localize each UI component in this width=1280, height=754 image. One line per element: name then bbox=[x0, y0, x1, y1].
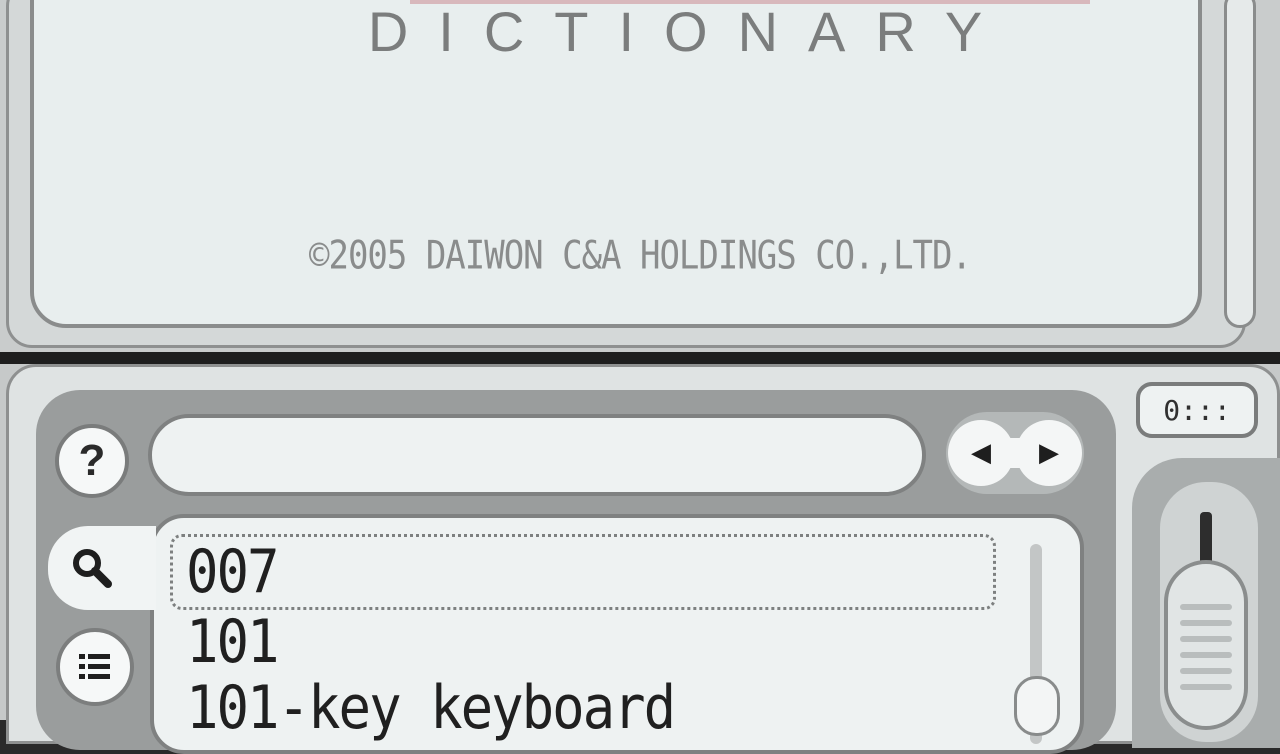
knob-grip-line bbox=[1180, 668, 1232, 674]
knob-grip-line bbox=[1180, 652, 1232, 658]
next-button[interactable]: ▶ bbox=[1016, 420, 1082, 486]
top-screen: DICTIONARY ©2005 DAIWON C&A HOLDINGS CO.… bbox=[0, 0, 1280, 352]
knob-grip-line bbox=[1180, 684, 1232, 690]
input-mode-label: 0::: bbox=[1163, 393, 1231, 427]
triangle-right-icon: ▶ bbox=[1039, 438, 1059, 468]
search-tab[interactable] bbox=[48, 526, 156, 610]
magnifier-icon bbox=[73, 549, 112, 588]
screen-divider bbox=[0, 352, 1280, 364]
selected-row-highlight bbox=[170, 534, 996, 610]
help-button[interactable]: ? bbox=[55, 424, 129, 498]
list-item[interactable]: 101 bbox=[186, 607, 280, 677]
list-scrollbar-thumb[interactable] bbox=[1014, 676, 1060, 736]
help-label: ? bbox=[78, 436, 106, 485]
list-tab[interactable] bbox=[56, 628, 134, 706]
knob-grip-line bbox=[1180, 620, 1232, 626]
top-side-rail bbox=[1224, 0, 1256, 328]
list-item[interactable]: 007 bbox=[186, 537, 280, 607]
copyright-text: ©2005 DAIWON C&A HOLDINGS CO.,LTD. bbox=[309, 233, 972, 279]
list-item[interactable]: 101-key keyboard bbox=[186, 673, 676, 743]
list-icon bbox=[79, 654, 110, 679]
app-title: DICTIONARY bbox=[367, 0, 1013, 63]
previous-button[interactable]: ◀ bbox=[948, 420, 1014, 486]
knob-grip-line bbox=[1180, 604, 1232, 610]
triangle-left-icon: ◀ bbox=[971, 438, 991, 468]
search-input[interactable] bbox=[148, 414, 926, 496]
input-mode-button[interactable]: 0::: bbox=[1136, 382, 1258, 438]
side-slider-knob[interactable] bbox=[1164, 560, 1248, 730]
knob-grip-line bbox=[1180, 636, 1232, 642]
